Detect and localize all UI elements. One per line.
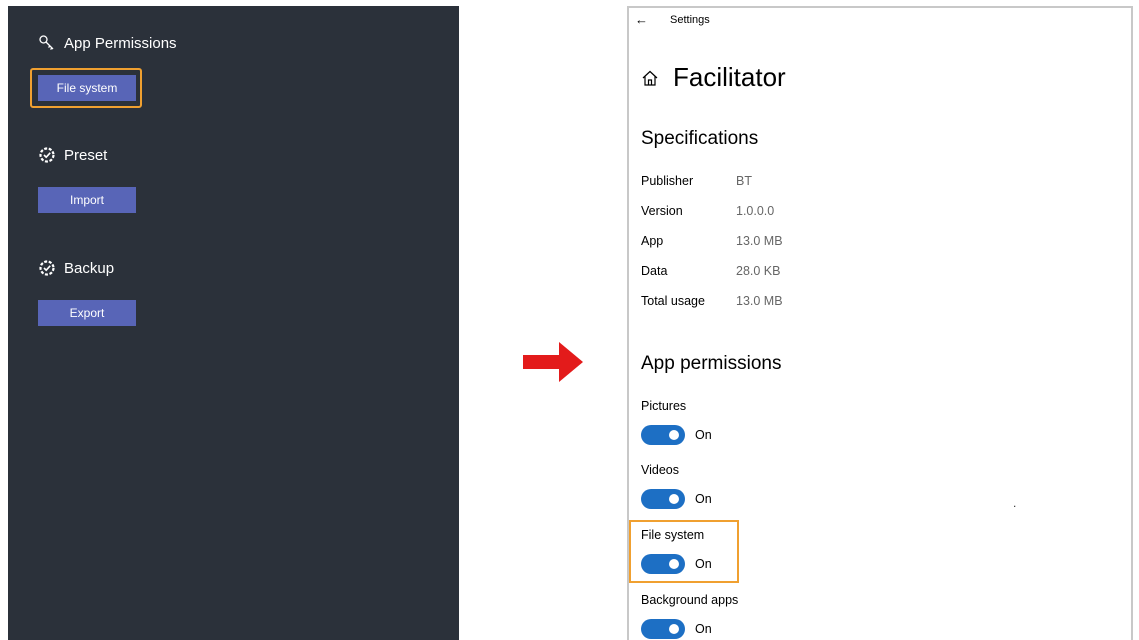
backup-heading: Backup xyxy=(64,259,115,277)
spec-row-data: Data 28.0 KB xyxy=(641,264,780,278)
toggle-state: On xyxy=(695,492,712,506)
toggle-state: On xyxy=(695,622,712,636)
toggle-knob xyxy=(669,624,679,634)
stage: App Permissions File system Preset Impor… xyxy=(0,0,1139,640)
back-arrow-icon[interactable]: ← xyxy=(635,12,648,27)
permission-label-file-system: File system xyxy=(641,528,705,542)
title-bar: ← Settings xyxy=(635,12,710,27)
file-system-button[interactable]: File system xyxy=(38,75,136,101)
permission-toggle-background-apps[interactable]: On xyxy=(641,619,712,639)
settings-window: ← Settings Facilitator Specifications Pu… xyxy=(627,6,1133,640)
export-button[interactable]: Export xyxy=(38,300,136,326)
gear-check-icon xyxy=(39,147,55,163)
toggle-switch[interactable] xyxy=(641,489,685,509)
preset-heading: Preset xyxy=(64,146,108,164)
spec-value: 1.0.0.0 xyxy=(736,204,775,218)
toggle-knob xyxy=(669,430,679,440)
toggle-knob xyxy=(669,494,679,504)
spec-value: 13.0 MB xyxy=(736,234,783,248)
spec-row-app: App 13.0 MB xyxy=(641,234,783,248)
spec-key: Version xyxy=(641,204,683,218)
toggle-state: On xyxy=(695,428,712,442)
app-permissions-header: App Permissions xyxy=(38,34,177,52)
right-arrow-icon xyxy=(523,342,583,382)
spec-row-publisher: Publisher BT xyxy=(641,174,752,188)
spec-key: App xyxy=(641,234,664,248)
spec-key: Publisher xyxy=(641,174,694,188)
toggle-switch[interactable] xyxy=(641,425,685,445)
import-button[interactable]: Import xyxy=(38,187,136,213)
gear-check-icon xyxy=(39,260,55,276)
page-title: Facilitator xyxy=(641,62,786,93)
app-permissions-heading: App permissions xyxy=(641,353,782,374)
app-permissions-heading: App Permissions xyxy=(64,34,177,52)
permission-toggle-pictures[interactable]: On xyxy=(641,425,712,445)
specifications-heading: Specifications xyxy=(641,128,759,149)
toggle-state: On xyxy=(695,557,712,571)
app-settings-panel: App Permissions File system Preset Impor… xyxy=(8,6,459,640)
toggle-knob xyxy=(669,559,679,569)
preset-header: Preset xyxy=(38,146,107,164)
spec-key: Data xyxy=(641,264,668,278)
key-icon xyxy=(39,35,54,50)
window-title: Settings xyxy=(670,13,710,26)
spec-value: BT xyxy=(736,174,752,188)
backup-header: Backup xyxy=(38,259,114,277)
toggle-switch[interactable] xyxy=(641,554,685,574)
spec-key: Total usage xyxy=(641,294,705,308)
home-icon[interactable] xyxy=(641,69,659,87)
spec-row-version: Version 1.0.0.0 xyxy=(641,204,774,218)
permission-label-pictures: Pictures xyxy=(641,399,687,413)
spec-value: 28.0 KB xyxy=(736,264,781,278)
toggle-switch[interactable] xyxy=(641,619,685,639)
permission-label-videos: Videos xyxy=(641,463,679,477)
spec-value: 13.0 MB xyxy=(736,294,783,308)
app-name: Facilitator xyxy=(673,62,786,92)
permission-toggle-videos[interactable]: On xyxy=(641,489,712,509)
stray-dot: . xyxy=(1013,496,1017,510)
spec-row-total-usage: Total usage 13.0 MB xyxy=(641,294,783,308)
permission-label-background-apps: Background apps xyxy=(641,593,739,607)
permission-toggle-file-system[interactable]: On xyxy=(641,554,712,574)
